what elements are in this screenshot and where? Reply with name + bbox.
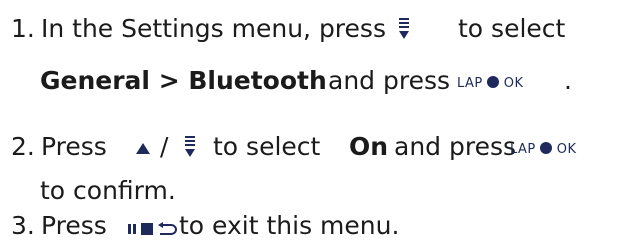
step-2-text-c: and press <box>394 132 517 161</box>
step-1-text-a: In the Settings menu, press <box>41 14 386 43</box>
step-3-text-b: to exit this menu. <box>179 211 400 240</box>
ok-label: OK <box>503 76 524 91</box>
step-1-period: . <box>564 66 572 95</box>
menu-down-icon <box>399 18 409 39</box>
lap-ok-button-icon: LAP OK <box>457 76 524 91</box>
lap-ok-dot-icon <box>539 142 552 154</box>
step-1-text-c: and press <box>328 66 451 95</box>
up-triangle-icon <box>136 143 150 154</box>
menu-down-icon <box>185 136 195 157</box>
lap-label: LAP <box>510 142 536 157</box>
step-1-bold-path: General > Bluetooth <box>40 66 327 95</box>
step-2-text-a: Press <box>41 132 107 161</box>
step-1-text-b: to select <box>458 14 566 43</box>
step-1-number: 1. <box>11 14 35 43</box>
lap-ok-button-icon: LAP OK <box>510 142 577 157</box>
step-3-number: 3. <box>11 211 35 240</box>
step-2-text-b: to select <box>213 132 321 161</box>
step-3-text-a: Press <box>41 211 107 240</box>
step-2-slash: / <box>160 132 169 161</box>
lap-ok-dot-icon <box>486 76 499 88</box>
step-2-bold-option: On <box>349 132 389 161</box>
lap-label: LAP <box>457 76 483 91</box>
step-2-number: 2. <box>11 132 35 161</box>
ok-label: OK <box>556 142 577 157</box>
step-2-text-d: to confirm. <box>40 176 176 205</box>
